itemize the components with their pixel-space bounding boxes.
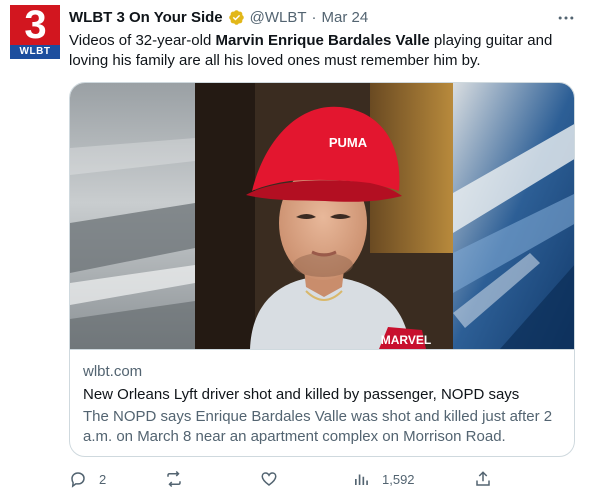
display-name[interactable]: WLBT 3 On Your Side xyxy=(69,9,223,26)
card-image[interactable]: MARVEL PUMA xyxy=(70,83,574,349)
verified-badge-icon xyxy=(228,9,244,25)
tweet-text-bold-name: Marvin Enrique Bardales Valle xyxy=(215,32,430,49)
avatar-call-sign: WLBT xyxy=(10,45,60,59)
card-domain[interactable]: wlbt.com xyxy=(83,363,142,380)
card-title[interactable]: New Orleans Lyft driver shot and killed … xyxy=(83,386,519,403)
tweet-text-start: Videos of 32-year-old xyxy=(69,32,216,49)
card-description: The NOPD says Enrique Bardales Valle was… xyxy=(83,408,553,445)
tweet-text: Videos of 32-year-old Marvin Enrique Bar… xyxy=(69,31,574,71)
tweet: 3 WLBT WLBT 3 On Your Side @WLBT · Mar 2… xyxy=(0,0,600,489)
retweet-button[interactable] xyxy=(165,470,195,488)
shirt-logo-text: MARVEL xyxy=(381,333,431,347)
tweet-header: WLBT 3 On Your Side @WLBT · Mar 24 xyxy=(69,7,368,27)
card-info[interactable]: wlbt.com New Orleans Lyft driver shot an… xyxy=(70,349,574,456)
cap-logo-text: PUMA xyxy=(329,135,368,150)
tweet-date[interactable]: Mar 24 xyxy=(322,9,369,26)
avatar[interactable]: 3 WLBT xyxy=(10,5,60,59)
like-button[interactable] xyxy=(260,470,290,488)
separator-dot: · xyxy=(311,8,317,26)
handle[interactable]: @WLBT xyxy=(250,9,307,26)
retweet-icon xyxy=(167,470,181,488)
share-icon xyxy=(476,471,490,486)
more-options-icon[interactable] xyxy=(556,8,576,28)
views-icon xyxy=(355,474,368,485)
action-bar: 2 1,592 xyxy=(69,470,575,488)
heart-icon xyxy=(261,472,277,486)
link-card[interactable]: MARVEL PUMA wlbt.com New Orleans Lyft dr… xyxy=(69,82,575,457)
share-button[interactable] xyxy=(474,470,492,488)
avatar-number: 3 xyxy=(10,5,60,45)
views-count: 1,592 xyxy=(382,471,415,487)
reply-count: 2 xyxy=(99,471,107,487)
card-photo: MARVEL PUMA xyxy=(70,83,574,349)
reply-button[interactable]: 2 xyxy=(69,470,106,488)
views-button[interactable]: 1,592 xyxy=(352,470,415,488)
reply-icon xyxy=(71,472,85,488)
